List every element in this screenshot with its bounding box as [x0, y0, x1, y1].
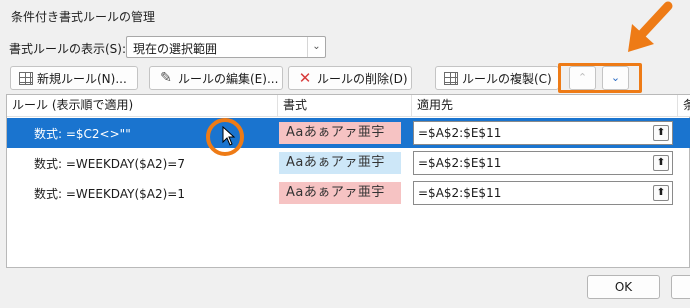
applies-to-field[interactable]: =$A$2:$E$11 ⬆ — [413, 121, 673, 145]
rules-table: ルール (表示順で適用) 書式 適用先 条 数式: =$C2<>"" Aaあぁア… — [6, 94, 690, 268]
format-sample: Aaあぁアァ亜宇 — [279, 122, 401, 144]
new-rule-grid-icon — [19, 71, 33, 85]
orange-arrow-annotation — [628, 1, 673, 52]
range-collapse-icon[interactable]: ⬆ — [653, 155, 669, 171]
new-rule-label: 新規ルール(N)... — [37, 71, 127, 86]
applies-to-value: =$A$2:$E$11 — [418, 126, 502, 140]
column-header-stop-if-true[interactable]: 条 — [678, 95, 690, 117]
applies-to-value: =$A$2:$E$11 — [418, 156, 502, 170]
rule-formula: 数式: =$C2<>"" — [34, 127, 131, 141]
cancel-button[interactable] — [671, 275, 690, 299]
rules-table-header: ルール (表示順で適用) 書式 適用先 条 — [7, 95, 690, 117]
rule-formula: 数式: =WEEKDAY($A2)=7 — [34, 157, 185, 171]
applies-to-value: =$A$2:$E$11 — [418, 186, 502, 200]
rule-formula: 数式: =WEEKDAY($A2)=1 — [34, 187, 185, 201]
conditional-formatting-rules-manager-dialog: 条件付き書式ルールの管理 書式ルールの表示(S): 現在の選択範囲 ⌄ 新規ルー… — [0, 0, 690, 308]
show-rules-select[interactable]: 現在の選択範囲 ⌄ — [126, 36, 326, 58]
applies-to-field[interactable]: =$A$2:$E$11 ⬆ — [413, 181, 673, 205]
ok-button[interactable]: OK — [587, 275, 660, 299]
range-collapse-icon[interactable]: ⬆ — [653, 125, 669, 141]
dialog-title: 条件付き書式ルールの管理 — [11, 10, 156, 24]
highlight-box-annotation — [558, 63, 642, 93]
column-header-rule[interactable]: ルール (表示順で適用) — [7, 95, 278, 117]
column-header-applies-to[interactable]: 適用先 — [412, 95, 678, 117]
duplicate-grid-icon — [444, 71, 458, 85]
delete-rule-label: ルールの削除(D) — [317, 71, 408, 86]
format-sample: Aaあぁアァ亜宇 — [279, 152, 401, 174]
show-rules-label: 書式ルールの表示(S): — [9, 42, 127, 56]
new-rule-button[interactable]: 新規ルール(N)... — [10, 66, 138, 90]
rule-row[interactable]: 数式: =WEEKDAY($A2)=7 Aaあぁアァ亜宇 =$A$2:$E$11… — [7, 148, 690, 178]
format-sample: Aaあぁアァ亜宇 — [279, 182, 401, 204]
delete-x-icon: ✕ — [298, 69, 312, 87]
range-collapse-icon[interactable]: ⬆ — [653, 185, 669, 201]
duplicate-rule-button[interactable]: ルールの複製(C) — [435, 66, 559, 90]
rule-row[interactable]: 数式: =WEEKDAY($A2)=1 Aaあぁアァ亜宇 =$A$2:$E$11… — [7, 178, 690, 208]
duplicate-rule-label: ルールの複製(C) — [462, 71, 552, 86]
mouse-pointer-icon — [222, 126, 236, 146]
delete-rule-button[interactable]: ✕ ルールの削除(D) — [288, 66, 412, 90]
edit-rule-button[interactable]: ✎ ルールの編集(E)... — [149, 66, 283, 90]
edit-pencil-icon: ✎ — [160, 70, 172, 86]
show-rules-selected-value: 現在の選択範囲 — [133, 42, 218, 56]
column-header-format[interactable]: 書式 — [278, 95, 412, 117]
edit-rule-label: ルールの編集(E)... — [178, 71, 279, 86]
rule-row[interactable]: 数式: =$C2<>"" Aaあぁアァ亜宇 =$A$2:$E$11 ⬆ — [7, 118, 690, 148]
applies-to-field[interactable]: =$A$2:$E$11 ⬆ — [413, 151, 673, 175]
chevron-down-icon[interactable]: ⌄ — [307, 37, 325, 57]
